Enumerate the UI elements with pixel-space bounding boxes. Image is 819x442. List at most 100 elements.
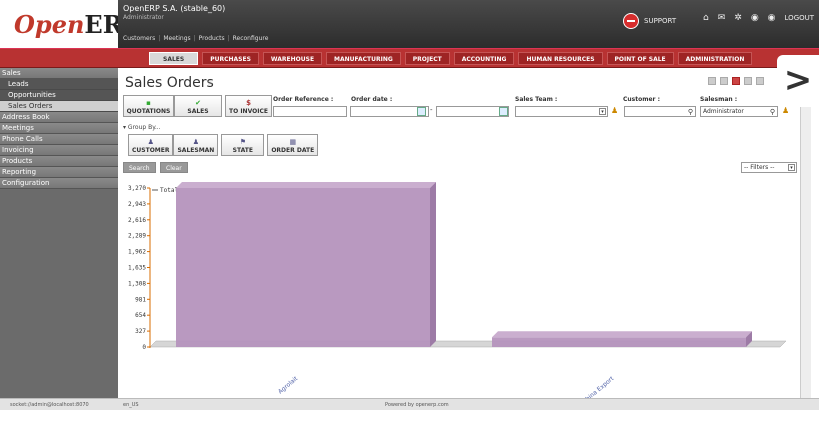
- y-tick-label: 0: [142, 344, 146, 351]
- salesman-search-icon[interactable]: ⚲: [770, 107, 775, 117]
- y-tick-label: 981: [135, 296, 146, 303]
- sidebar-item-leads[interactable]: Leads: [0, 79, 118, 90]
- x-tick-label: China Export: [581, 375, 616, 398]
- sidebar-item-sales-orders[interactable]: Sales Orders: [0, 101, 118, 112]
- vertical-scrollbar[interactable]: [800, 68, 811, 398]
- chevron-down-icon: ▾: [599, 108, 606, 115]
- menu-administration[interactable]: ADMINISTRATION: [677, 52, 753, 65]
- search-icon[interactable]: ⚲: [688, 107, 693, 117]
- powered-by-link[interactable]: Powered by openerp.com: [385, 402, 449, 408]
- graph-view-icon[interactable]: [732, 77, 740, 85]
- menu-human-resources[interactable]: HUMAN RESOURCES: [518, 52, 603, 65]
- date-icon: ▦: [289, 138, 297, 146]
- support-button[interactable]: SUPPORT: [623, 13, 676, 29]
- help-icon[interactable]: ◉: [768, 13, 776, 23]
- salesman-user-icon[interactable]: ♟: [782, 106, 792, 116]
- bar-china-export: [492, 337, 746, 347]
- y-tick-label: 1,308: [128, 280, 146, 287]
- home-icon[interactable]: ⌂: [703, 13, 709, 23]
- legend-label: Total: [160, 187, 178, 194]
- y-tick-label: 2,616: [128, 217, 146, 224]
- y-tick-label: 2,289: [128, 233, 146, 240]
- invoice-icon: $: [246, 99, 251, 107]
- sales-filter-button[interactable]: ✔ SALES: [174, 95, 222, 117]
- group-state-button[interactable]: ⚑ STATE: [221, 134, 265, 156]
- calendar-from-icon[interactable]: [417, 107, 426, 116]
- salesman-label: Salesman :: [700, 96, 738, 103]
- sales-team-label: Sales Team :: [515, 96, 558, 103]
- main-menu: SALES PURCHASES WAREHOUSE MANUFACTURING …: [0, 48, 819, 68]
- calendar-to-icon[interactable]: [499, 107, 508, 116]
- group-by-toggle[interactable]: ▾ Group By...: [123, 124, 161, 131]
- filters-select[interactable]: -- Filters -- ▾: [741, 162, 797, 173]
- logout-button[interactable]: LOGOUT: [785, 14, 815, 22]
- calendar-view-icon[interactable]: [744, 77, 752, 85]
- clear-button[interactable]: Clear: [160, 162, 188, 173]
- header: OpenERP OpenERP S.A. (stable_60) Adminis…: [0, 0, 819, 48]
- form-view-icon[interactable]: [720, 77, 728, 85]
- shortcut-products[interactable]: Products: [199, 35, 225, 42]
- to-invoice-filter-button[interactable]: $ TO INVOICE: [225, 95, 272, 117]
- quotations-icon: ▪: [146, 99, 151, 107]
- filters-chevron-down-icon: ▾: [788, 164, 795, 171]
- sidebar-products[interactable]: Products: [0, 156, 118, 167]
- shortcut-meetings[interactable]: Meetings: [163, 35, 190, 42]
- y-tick-label: 3,270: [128, 185, 146, 192]
- support-icon: [623, 13, 639, 29]
- bar-side-0: [430, 182, 436, 347]
- next-arrow-button[interactable]: >: [777, 55, 819, 107]
- group-customer-button[interactable]: ♟ CUSTOMER: [128, 134, 174, 156]
- user-name: Administrator: [123, 14, 164, 21]
- sales-team-select[interactable]: ▾: [515, 106, 608, 117]
- sidebar-invoicing[interactable]: Invoicing: [0, 145, 118, 156]
- state-icon: ⚑: [239, 138, 246, 146]
- customer-input[interactable]: ⚲: [624, 106, 696, 117]
- check-icon: ✔: [195, 99, 201, 107]
- y-tick-label: 327: [135, 328, 146, 335]
- x-tick-label: Agrolait: [277, 375, 300, 396]
- menu-purchases[interactable]: PURCHASES: [202, 52, 259, 65]
- sales-orders-chart: 0 327 654 981 1,308 1,635 1,962 2,289 2,616 2,943…: [128, 182, 787, 398]
- language: en_US: [123, 402, 139, 408]
- group-salesman-button[interactable]: ♟ SALESMAN: [173, 134, 219, 156]
- gantt-view-icon[interactable]: [756, 77, 764, 85]
- order-reference-input[interactable]: [273, 106, 347, 117]
- sidebar-configuration[interactable]: Configuration: [0, 178, 118, 189]
- favorite-star-icon[interactable]: ☆: [207, 79, 213, 87]
- sidebar-meetings[interactable]: Meetings: [0, 123, 118, 134]
- bar-top-1: [492, 331, 752, 338]
- order-date-label: Order date :: [351, 96, 393, 103]
- menu-project[interactable]: PROJECT: [404, 52, 450, 65]
- requests-icon[interactable]: ✉: [718, 13, 726, 23]
- menu-accounting[interactable]: ACCOUNTING: [453, 52, 515, 65]
- search-button[interactable]: Search: [123, 162, 156, 173]
- group-order-date-button[interactable]: ▦ ORDER DATE: [267, 134, 319, 156]
- sidebar-reporting[interactable]: Reporting: [0, 167, 118, 178]
- sidebar: Sales Leads Opportunities Sales Orders A…: [0, 68, 118, 398]
- socket-info: socket://admin@localhost:8070: [10, 402, 89, 408]
- y-tick-label: 2,943: [128, 201, 146, 208]
- company-bar: OpenERP S.A. (stable_60) Administrator C…: [118, 0, 819, 48]
- sidebar-address-book[interactable]: Address Book: [0, 112, 118, 123]
- sidebar-sales[interactable]: Sales: [0, 68, 118, 79]
- preferences-icon[interactable]: ✲: [734, 13, 742, 23]
- about-icon[interactable]: ◉: [751, 13, 759, 23]
- filter-buttons: ▪ QUOTATIONS ✔ SALES $ TO INVOICE: [123, 95, 272, 117]
- sidebar-item-opportunities[interactable]: Opportunities: [0, 90, 118, 101]
- menu-manufacturing[interactable]: MANUFACTURING: [326, 52, 401, 65]
- sales-team-user-icon[interactable]: ♟: [611, 106, 621, 116]
- company-name: OpenERP S.A. (stable_60): [123, 4, 226, 13]
- quotations-filter-button[interactable]: ▪ QUOTATIONS: [123, 95, 174, 117]
- bar-top-0: [176, 182, 436, 188]
- shortcut-reconfigure[interactable]: Reconfigure: [233, 35, 269, 42]
- salesman-input[interactable]: Administrator ⚲: [700, 106, 778, 117]
- shortcut-customers[interactable]: Customers: [123, 35, 155, 42]
- customer-icon: ♟: [147, 138, 154, 146]
- menu-warehouse[interactable]: WAREHOUSE: [262, 52, 323, 65]
- list-view-icon[interactable]: [708, 77, 716, 85]
- sidebar-phone-calls[interactable]: Phone Calls: [0, 134, 118, 145]
- menu-sales[interactable]: SALES: [149, 52, 199, 65]
- menu-point-of-sale[interactable]: POINT OF SALE: [606, 52, 674, 65]
- y-tick-label: 1,635: [128, 265, 146, 272]
- customer-label: Customer :: [623, 96, 661, 103]
